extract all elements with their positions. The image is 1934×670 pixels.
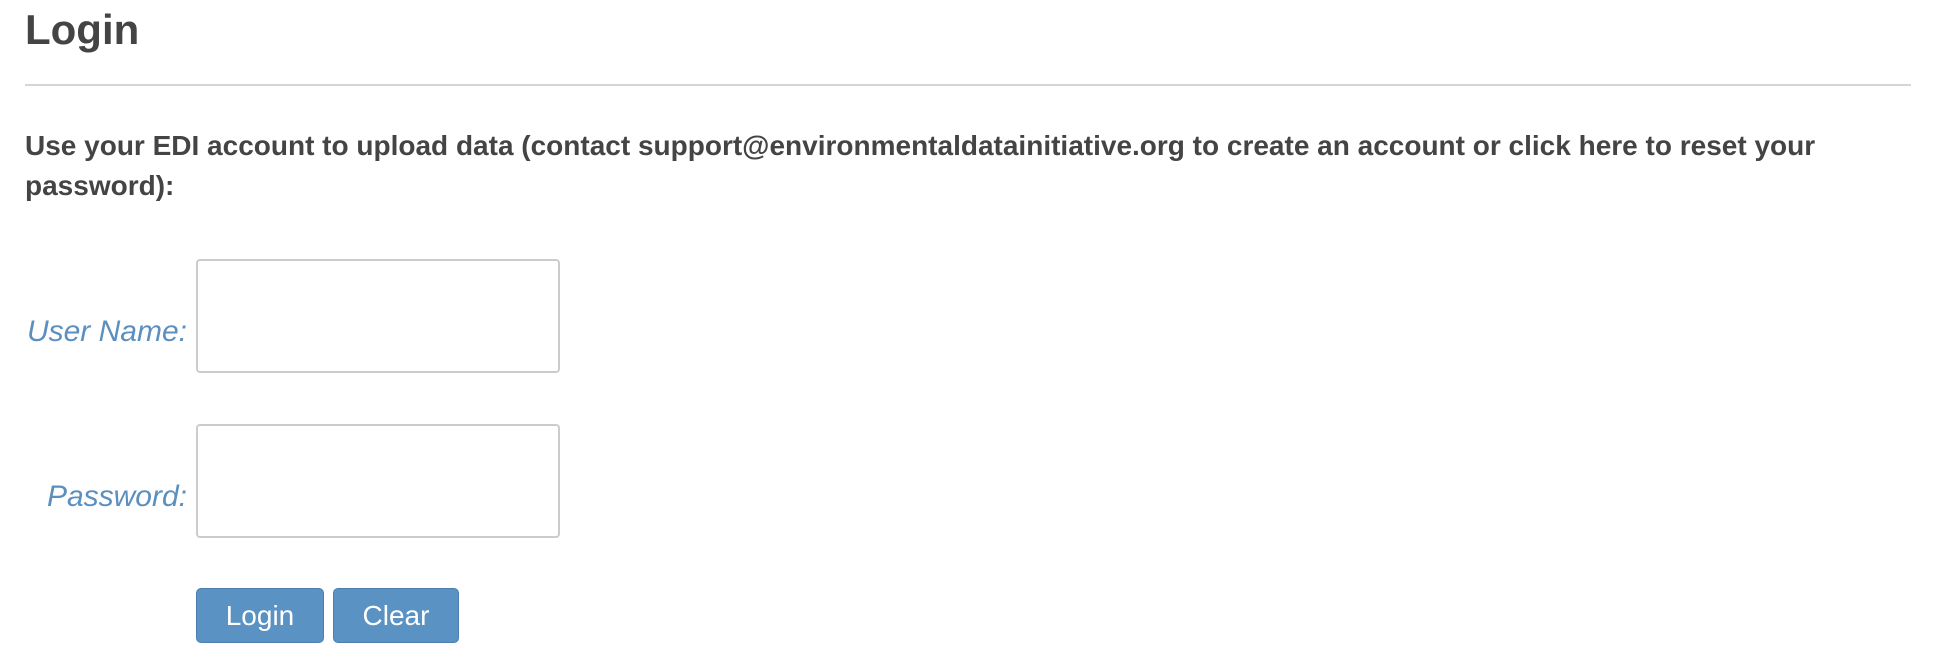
clear-button[interactable]: Clear xyxy=(333,588,459,643)
login-instructions: Use your EDI account to upload data (con… xyxy=(25,126,1905,206)
title-divider xyxy=(25,84,1911,86)
instructions-prefix: Use your EDI account to upload data (con… xyxy=(25,130,638,161)
reset-password-link[interactable]: click here xyxy=(1509,130,1638,161)
password-input[interactable] xyxy=(196,424,560,538)
username-label: User Name: xyxy=(26,315,187,348)
password-label: Password: xyxy=(46,480,187,513)
instructions-middle: to create an account or xyxy=(1184,130,1509,161)
username-input[interactable] xyxy=(196,259,560,373)
login-button[interactable]: Login xyxy=(196,588,324,643)
page-title: Login xyxy=(25,6,140,53)
support-email-link[interactable]: support@environmentaldatainitiative.org xyxy=(638,130,1185,161)
